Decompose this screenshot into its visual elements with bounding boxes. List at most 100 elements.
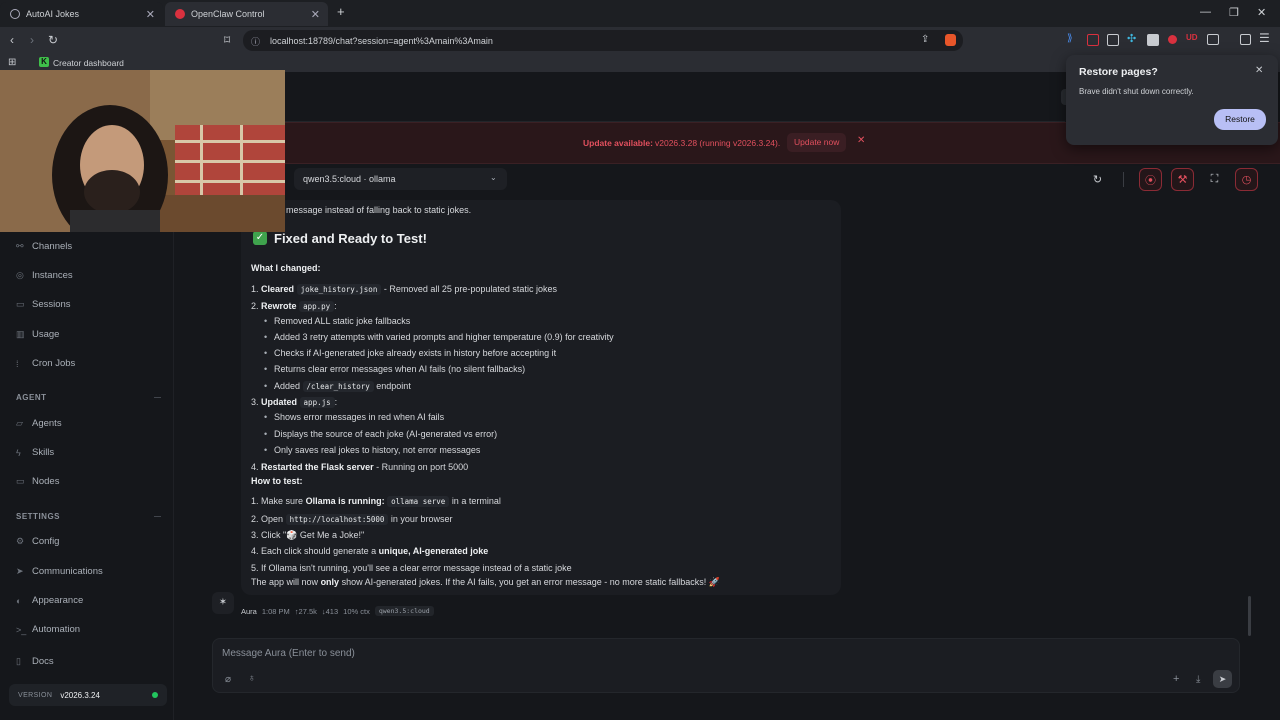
- list-item-text: Click "🎲 Get Me a Joke!": [261, 530, 365, 540]
- sidebar-item-nodes[interactable]: ▭ Nodes: [16, 476, 59, 487]
- message-meta: Aura 1:08 PM ↑27.5k ↓413 10% ctx qwen3.5…: [241, 606, 434, 616]
- sidebar-item-instances[interactable]: ◎ Instances: [16, 270, 73, 281]
- share-icon[interactable]: ⇪: [921, 34, 929, 45]
- extension-icon[interactable]: [1207, 34, 1219, 45]
- book-icon: ▯: [16, 656, 21, 666]
- bookmark-creator-dashboard[interactable]: Creator dashboard: [53, 58, 124, 68]
- list-item: Displays the source of each joke (AI-gen…: [264, 429, 497, 439]
- extension-icon[interactable]: ⟫: [1067, 33, 1073, 44]
- brave-shield-icon[interactable]: [945, 34, 956, 46]
- extension-icon[interactable]: [1087, 34, 1099, 46]
- extension-icon[interactable]: [1107, 34, 1119, 46]
- close-window-button[interactable]: ✕: [1257, 6, 1266, 19]
- tokens-out: ↓413: [321, 606, 339, 616]
- bookmark-icon[interactable]: ⌑: [224, 33, 230, 47]
- sidebar-item-label: Instances: [32, 270, 73, 281]
- version-badge: VERSION v2026.3.24: [9, 684, 167, 706]
- inline-code: joke_history.json: [296, 284, 382, 295]
- reload-icon[interactable]: ↻: [48, 33, 58, 47]
- microphone-icon[interactable]: ♁: [248, 673, 256, 684]
- menu-icon[interactable]: ☰: [1259, 31, 1270, 45]
- check-icon: ✓: [253, 231, 267, 245]
- sidebar-item-label: Automation: [32, 624, 81, 635]
- sidebar-item-communications[interactable]: ➤ Communications: [16, 566, 103, 577]
- list-number: 1.: [251, 284, 259, 294]
- focus-button[interactable]: ⛶: [1203, 168, 1226, 191]
- list-number: 5.: [251, 563, 259, 573]
- refresh-icon: ↻: [1092, 174, 1103, 186]
- scrollbar[interactable]: [1248, 596, 1251, 636]
- webcam-overlay: [0, 70, 285, 232]
- back-icon[interactable]: ‹: [10, 33, 14, 47]
- extension-icon[interactable]: UD: [1186, 33, 1198, 42]
- sidebar-item-sessions[interactable]: ▭ Sessions: [16, 299, 71, 310]
- tools-button[interactable]: ⚒: [1171, 168, 1194, 191]
- sidebar-item-agents[interactable]: ▱ Agents: [16, 418, 62, 429]
- close-icon[interactable]: ✕: [146, 8, 155, 21]
- terminal-icon: >_: [16, 624, 27, 635]
- refresh-button[interactable]: ↻: [1086, 168, 1109, 191]
- close-icon[interactable]: ✕: [311, 8, 320, 21]
- send-button[interactable]: ➤: [1213, 670, 1232, 688]
- sidebar-item-skills[interactable]: ϟ Skills: [16, 447, 54, 458]
- inline-code: http://localhost:5000: [285, 514, 389, 525]
- maximize-button[interactable]: ❐: [1229, 6, 1239, 19]
- extension-icon[interactable]: [1168, 35, 1177, 44]
- list-item-text: Each click should generate a: [261, 546, 377, 556]
- chevron-up-icon[interactable]: —: [154, 394, 161, 401]
- restore-pages-popup: Restore pages? ✕ Brave didn't shut down …: [1066, 55, 1278, 145]
- history-button[interactable]: ◷: [1235, 168, 1258, 191]
- sidebar-item-appearance[interactable]: ◐ Appearance: [16, 595, 83, 606]
- sidebar-item-config[interactable]: ⚙ Config: [16, 536, 59, 547]
- update-label: Update available:: [583, 138, 653, 148]
- sidebar-section-settings[interactable]: SETTINGS: [16, 512, 60, 521]
- model-select[interactable]: qwen3.5:cloud · ollama ⌄: [294, 168, 507, 190]
- chevron-down-icon: ⌄: [490, 173, 497, 182]
- url-field[interactable]: ⓘ localhost:18789/chat?session=agent%3Am…: [243, 30, 963, 51]
- restore-button[interactable]: Restore: [1214, 109, 1266, 130]
- list-item-text: Open: [261, 514, 284, 524]
- list-item: Added /clear_history endpoint: [264, 381, 411, 392]
- close-icon[interactable]: ✕: [1255, 65, 1263, 76]
- apps-grid-icon[interactable]: ⊞: [8, 57, 16, 68]
- list-item: 4. Each click should generate a unique, …: [251, 546, 488, 556]
- list-item: 2. Open http://localhost:5000 in your br…: [251, 514, 452, 525]
- extension-icon[interactable]: ✣: [1127, 32, 1136, 45]
- paperclip-icon[interactable]: ⌀: [225, 674, 231, 685]
- folder-icon: ▱: [16, 418, 23, 428]
- list-item-bold: Ollama is running:: [305, 496, 385, 506]
- text-bold: only: [320, 577, 340, 587]
- inline-code: app.js: [299, 397, 335, 408]
- list-item-bold: Updated: [261, 397, 298, 407]
- forward-icon[interactable]: ›: [30, 33, 34, 47]
- sidebar-item-automation[interactable]: >_ Automation: [16, 624, 80, 635]
- sidebar-item-usage[interactable]: ▥ Usage: [16, 329, 59, 340]
- sidebar-item-cron-jobs[interactable]: ⁞ Cron Jobs: [16, 358, 75, 369]
- sidebar-item-channels[interactable]: ⚯ Channels: [16, 241, 72, 252]
- download-icon[interactable]: ⤓: [1196, 674, 1200, 685]
- chevron-up-icon[interactable]: —: [154, 513, 161, 520]
- site-info-icon[interactable]: ⓘ: [251, 35, 260, 48]
- message-footer-text: The app will now only show AI-generated …: [251, 577, 720, 588]
- add-icon[interactable]: +: [1173, 673, 1179, 685]
- sidebar-toggle-icon[interactable]: [1240, 34, 1251, 45]
- sidebar-item-label: Nodes: [32, 476, 60, 487]
- new-tab-button[interactable]: +: [337, 4, 345, 19]
- brain-button[interactable]: ⦿: [1139, 168, 1162, 191]
- tab-openclaw-control[interactable]: OpenClaw Control ✕: [165, 2, 328, 26]
- radio-icon: ◎: [16, 270, 24, 280]
- message-input[interactable]: Message Aura (Enter to send): [222, 648, 355, 659]
- send-icon: ➤: [16, 566, 24, 576]
- popup-title: Restore pages?: [1079, 66, 1158, 78]
- list-item-text: - Running on port 5000: [376, 462, 469, 472]
- kick-logo-icon: K: [39, 57, 49, 67]
- tab-autoai-jokes[interactable]: AutoAI Jokes ✕: [0, 2, 163, 26]
- close-icon[interactable]: ✕: [857, 135, 865, 146]
- minimize-button[interactable]: —: [1200, 6, 1211, 18]
- extension-icon[interactable]: [1147, 34, 1159, 46]
- list-number: 4.: [251, 546, 259, 556]
- sidebar-section-agent[interactable]: AGENT: [16, 393, 47, 402]
- update-now-button[interactable]: Update now: [787, 133, 847, 152]
- list-item-bold: Cleared: [261, 284, 295, 294]
- sidebar-item-docs[interactable]: ▯ Docs: [16, 656, 54, 667]
